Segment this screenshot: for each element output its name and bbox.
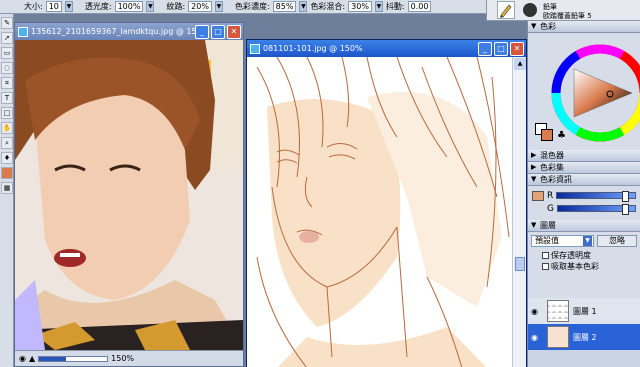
property-bar: 大小: 10 ▼ 透光度: 100% ▼ 紋路: 20% ▼ 色彩濃度: 85%…: [0, 0, 486, 14]
grain-dropdown[interactable]: ▼: [214, 1, 223, 12]
slider-r[interactable]: [556, 191, 636, 202]
grain-field[interactable]: 20%: [188, 1, 212, 12]
collapse-icon: ▼: [531, 22, 537, 30]
dab-preview-icon[interactable]: [523, 3, 537, 17]
pick-up-underlying-label: 吸取基本色彩: [551, 262, 599, 271]
crop-icon[interactable]: ⌗: [1, 77, 13, 89]
slider-g-label: G: [547, 203, 554, 214]
ignore-button[interactable]: 忽略: [597, 235, 637, 247]
layer-name: 圖層 2: [573, 332, 597, 342]
resat-dropdown[interactable]: ▼: [299, 1, 308, 12]
size-field[interactable]: 10: [45, 1, 62, 12]
zoom-slider[interactable]: [38, 355, 109, 362]
color-sets-header[interactable]: ▶ 色彩集: [528, 162, 640, 174]
sketch-vertical-scrollbar[interactable]: ▲: [512, 57, 526, 367]
size-label: 大小:: [24, 2, 43, 11]
jitter-label: 抖動:: [385, 2, 405, 11]
zoom-out-icon[interactable]: ▲: [29, 354, 35, 363]
collapse-icon: ▼: [531, 175, 537, 183]
close-button[interactable]: ✕: [227, 24, 241, 39]
brush-selector: 鉛筆 欧踏覆蓋鉛筆 5: [486, 0, 640, 21]
opacity-field[interactable]: 100%: [114, 1, 144, 12]
sketch-title: 081101-101.jpg @ 150%: [263, 44, 363, 53]
zoom-value: 150%: [111, 354, 135, 363]
close-button[interactable]: ✕: [510, 41, 524, 56]
shape-icon[interactable]: □: [1, 107, 13, 119]
document-icon: [18, 26, 28, 37]
lasso-icon[interactable]: ◌: [1, 62, 13, 74]
collapse-icon: ▼: [531, 221, 537, 229]
scroll-up-icon[interactable]: ▲: [514, 58, 526, 70]
mixer-panel-title: 混色器: [540, 151, 564, 160]
layers-panel-title: 圖層: [540, 221, 556, 230]
grain-label: 紋路:: [166, 2, 186, 11]
maximize-button[interactable]: □: [211, 24, 225, 39]
layer-row-selected[interactable]: ◉ 圖層 2: [528, 324, 640, 350]
color-wheel-panel: ♣: [528, 33, 640, 150]
color-panel-header[interactable]: ▼ 色彩: [528, 21, 640, 33]
layer-adjuster-icon[interactable]: ➚: [1, 32, 13, 44]
sketch-window: 081101-101.jpg @ 150% _ □ ✕ ▲: [246, 39, 527, 367]
selection-icon[interactable]: ▭: [1, 47, 13, 59]
opacity-label: 透光度:: [84, 2, 112, 11]
photo-statusbar: ◉ ▲ 150%: [15, 350, 243, 366]
maximize-button[interactable]: □: [494, 41, 508, 56]
size-dropdown[interactable]: ▼: [64, 1, 73, 12]
slider-g[interactable]: [556, 204, 636, 215]
clone-color-icon[interactable]: ♣: [557, 130, 566, 141]
paper-icon[interactable]: ▦: [1, 182, 13, 194]
toolbox: ✎ ➚ ▭ ◌ ⌗ T □ ✋ ⌕ ♦ ▦: [0, 14, 14, 367]
photo-canvas[interactable]: [15, 40, 243, 350]
preserve-transparency-label: 保存透明度: [551, 251, 591, 260]
resat-field[interactable]: 85%: [272, 1, 297, 12]
color-chip: [532, 190, 544, 201]
eye-icon[interactable]: ◉: [531, 333, 543, 342]
brush-variant[interactable]: 欧踏覆蓋鉛筆 5: [543, 11, 592, 21]
photo-title: 135612_2101659367_lamdktqu.jpg @ 150%: [31, 27, 195, 36]
composite-method-select[interactable]: 預設值: [531, 235, 594, 247]
dropper-icon[interactable]: ♦: [1, 152, 13, 164]
minimize-button[interactable]: _: [478, 41, 492, 56]
color-sets-title: 色彩集: [540, 163, 564, 172]
pencil-icon[interactable]: [497, 1, 515, 19]
color-info-sliders: R G: [528, 186, 640, 220]
layers-panel: 預設值 忽略 保存透明度 吸取基本色彩 ◉ 圖層 1 ◉ 圖層 2: [528, 232, 640, 350]
brush-tool-icon[interactable]: ✎: [1, 17, 13, 29]
bleed-dropdown[interactable]: ▼: [374, 1, 383, 12]
text-icon[interactable]: T: [1, 92, 13, 104]
scroll-thumb[interactable]: [515, 257, 525, 271]
photo-window: 135612_2101659367_lamdktqu.jpg @ 150% _ …: [14, 22, 244, 367]
layer-name: 圖層 1: [573, 306, 597, 316]
grabber-icon[interactable]: ✋: [1, 122, 13, 134]
preserve-transparency-checkbox[interactable]: 保存透明度: [528, 250, 640, 261]
resat-label: 色彩濃度:: [234, 2, 270, 11]
color-panel-title: 色彩: [540, 22, 556, 31]
document-icon: [250, 43, 260, 54]
slider-r-label: R: [547, 190, 554, 201]
photo-titlebar[interactable]: 135612_2101659367_lamdktqu.jpg @ 150% _ …: [15, 23, 243, 40]
panels-column: ▼ 色彩 ♣ ▶ 混色器 ▶ 色彩集 ▼ 色彩資訊 R G ▼ 圖層 預設值 ▼…: [527, 21, 640, 367]
layer-thumbnail: [547, 300, 569, 322]
minimize-button[interactable]: _: [195, 24, 209, 39]
main-color-swatch[interactable]: [1, 167, 13, 179]
navigator-icon[interactable]: ◉: [19, 354, 26, 363]
color-info-title: 色彩資訊: [540, 175, 572, 184]
eye-icon[interactable]: ◉: [531, 307, 543, 316]
layer-row[interactable]: ◉ 圖層 1: [528, 298, 640, 324]
bleed-field[interactable]: 30%: [348, 1, 372, 12]
color-info-header[interactable]: ▼ 色彩資訊: [528, 174, 640, 186]
layers-panel-header[interactable]: ▼ 圖層: [528, 220, 640, 232]
mixer-panel-header[interactable]: ▶ 混色器: [528, 150, 640, 162]
layer-thumbnail: [547, 326, 569, 348]
magnifier-icon[interactable]: ⌕: [1, 137, 13, 149]
opacity-dropdown[interactable]: ▼: [146, 1, 155, 12]
bleed-label: 色彩混合:: [310, 2, 346, 11]
expand-icon: ▶: [531, 151, 537, 159]
jitter-field[interactable]: 0.00: [407, 1, 432, 12]
expand-icon: ▶: [531, 163, 537, 171]
sketch-canvas[interactable]: [247, 57, 513, 367]
main-color-swatch-panel[interactable]: [541, 129, 553, 141]
pick-up-underlying-checkbox[interactable]: 吸取基本色彩: [528, 261, 640, 272]
sketch-titlebar[interactable]: 081101-101.jpg @ 150% _ □ ✕: [247, 40, 526, 57]
